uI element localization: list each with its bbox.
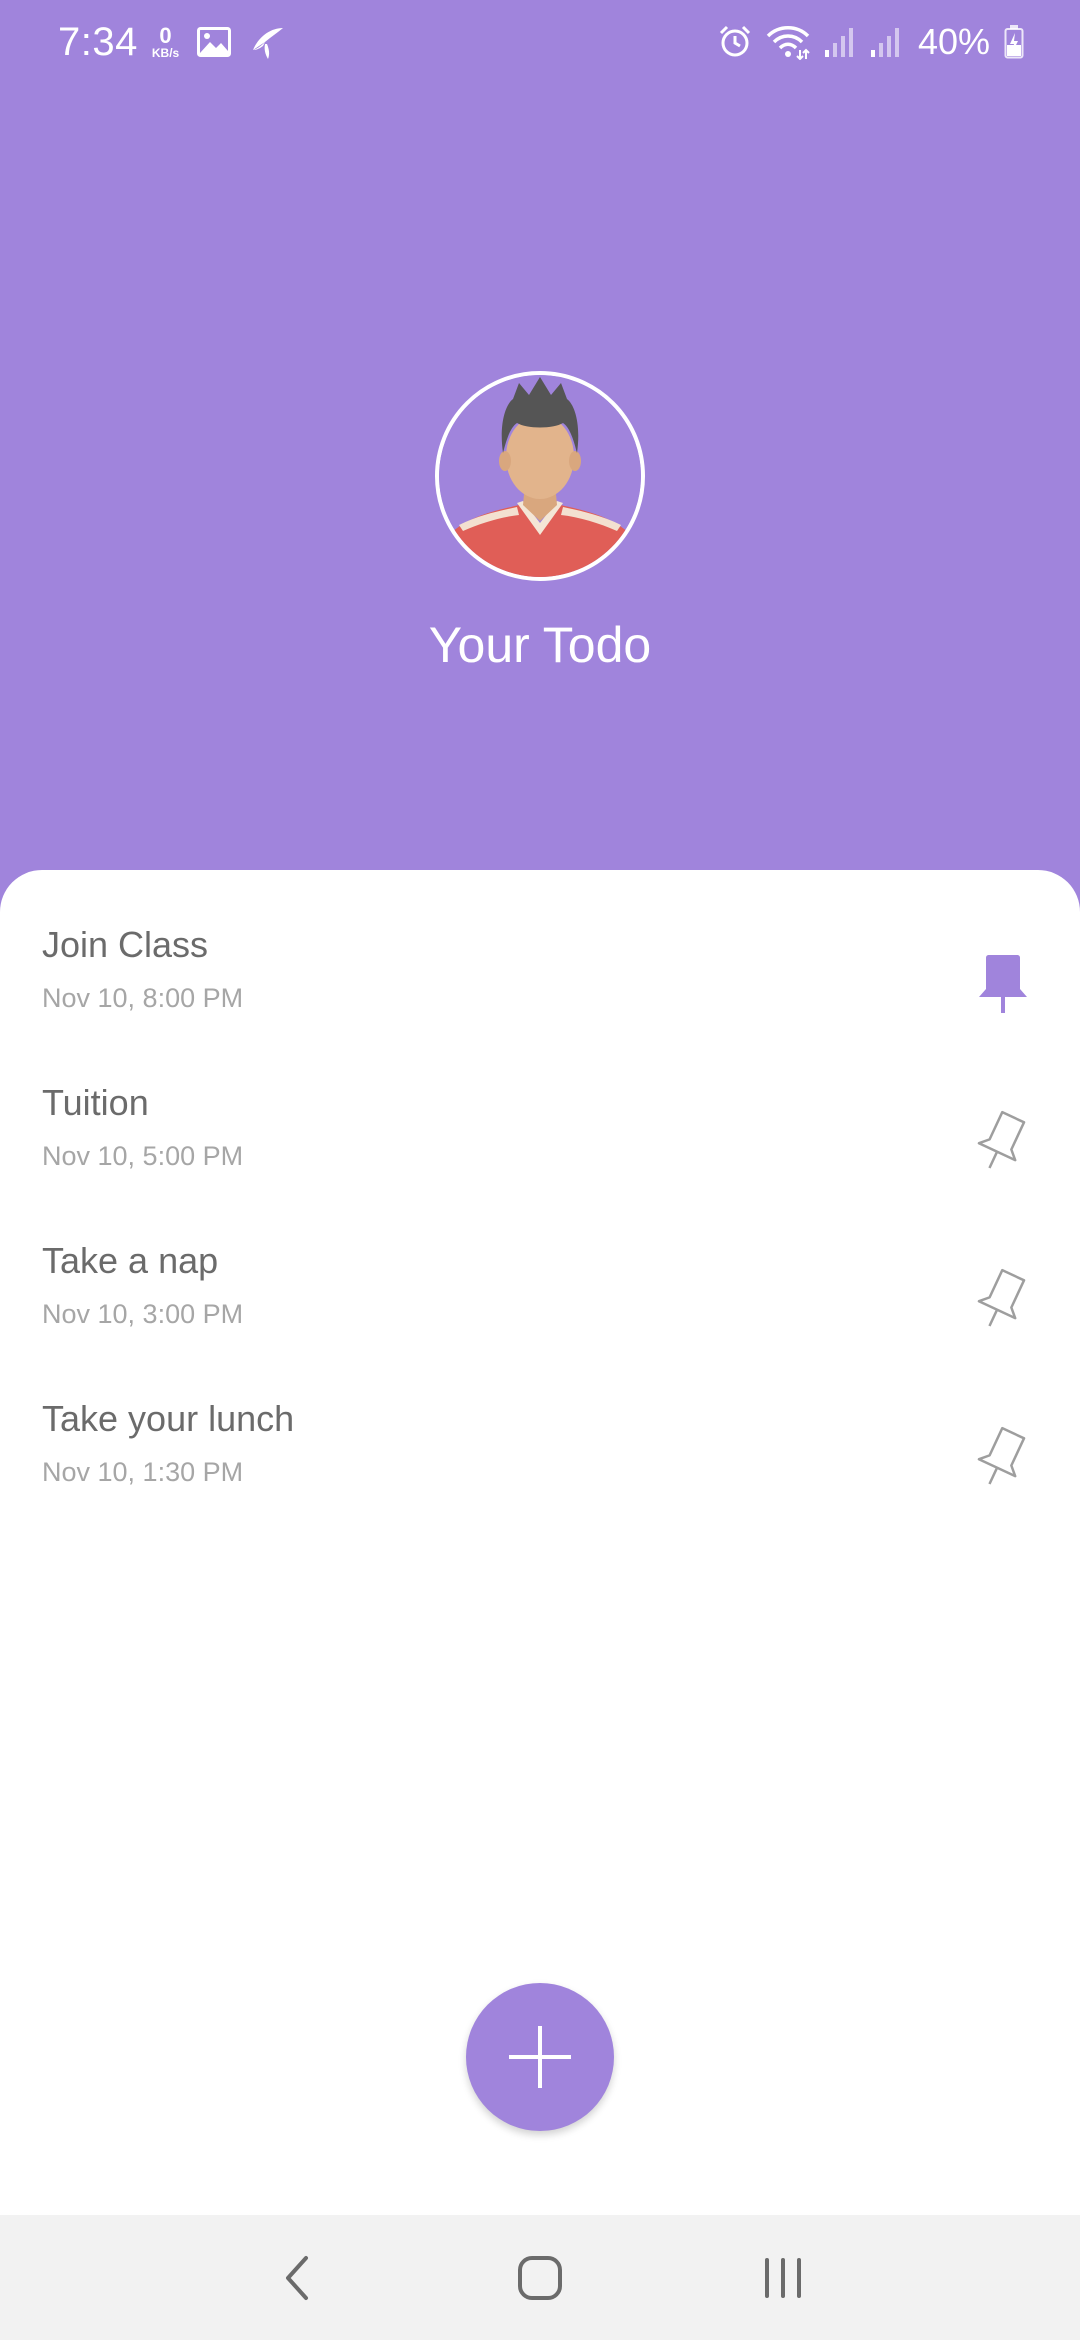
pin-outline-icon[interactable] [968, 1422, 1038, 1492]
home-icon [517, 2255, 562, 2300]
todo-list: Join Class Nov 10, 8:00 PM Tuition Nov 1… [0, 920, 1080, 1552]
page-title: Your Todo [428, 617, 652, 673]
pin-filled-icon[interactable] [968, 948, 1038, 1018]
todo-title: Join Class [42, 924, 209, 965]
todo-time: Nov 10, 1:30 PM [42, 1457, 244, 1487]
pin-outline-icon[interactable] [968, 1106, 1038, 1176]
user-avatar[interactable] [435, 371, 645, 581]
todo-item[interactable]: Take your lunch Nov 10, 1:30 PM [0, 1394, 1080, 1552]
battery-percent: 40% [917, 21, 990, 62]
status-time: 7:34 [58, 19, 138, 64]
alarm-icon [718, 25, 752, 59]
battery-charging-icon [1004, 25, 1024, 59]
signal-icon [824, 26, 856, 58]
app-screen: 7:34 0 KB/s 40% Your Todo Join Class Nov… [0, 0, 1080, 2340]
add-todo-button[interactable] [466, 1983, 614, 2131]
back-button[interactable] [257, 2238, 337, 2318]
todo-time: Nov 10, 3:00 PM [42, 1299, 244, 1329]
todo-title: Take a nap [42, 1240, 219, 1281]
todo-title: Tuition [42, 1082, 149, 1123]
home-button[interactable] [500, 2238, 580, 2318]
gallery-icon [197, 27, 232, 57]
net-speed: 0 KB/s [151, 23, 180, 60]
todo-title: Take your lunch [42, 1398, 295, 1439]
plus-icon [509, 2026, 571, 2088]
todo-item[interactable]: Join Class Nov 10, 8:00 PM [0, 920, 1080, 1078]
status-left: 7:34 0 KB/s [58, 20, 287, 65]
recents-icon [765, 2257, 802, 2298]
status-bar: 7:34 0 KB/s 40% [0, 0, 1080, 84]
todo-time: Nov 10, 8:00 PM [42, 983, 244, 1013]
signal-icon [870, 26, 902, 58]
telenor-icon [249, 24, 287, 60]
net-speed-value: 0 [159, 23, 172, 48]
net-speed-unit: KB/s [151, 46, 180, 60]
status-right: 40% [704, 21, 1024, 63]
system-nav-bar [0, 2215, 1080, 2340]
user-avatar-icon [439, 375, 641, 577]
pin-outline-icon[interactable] [968, 1264, 1038, 1334]
todo-item[interactable]: Tuition Nov 10, 5:00 PM [0, 1078, 1080, 1236]
todo-time: Nov 10, 5:00 PM [42, 1141, 244, 1171]
wifi-icon [766, 24, 810, 60]
recents-button[interactable] [743, 2238, 823, 2318]
back-icon [285, 2255, 308, 2300]
todo-item[interactable]: Take a nap Nov 10, 3:00 PM [0, 1236, 1080, 1394]
